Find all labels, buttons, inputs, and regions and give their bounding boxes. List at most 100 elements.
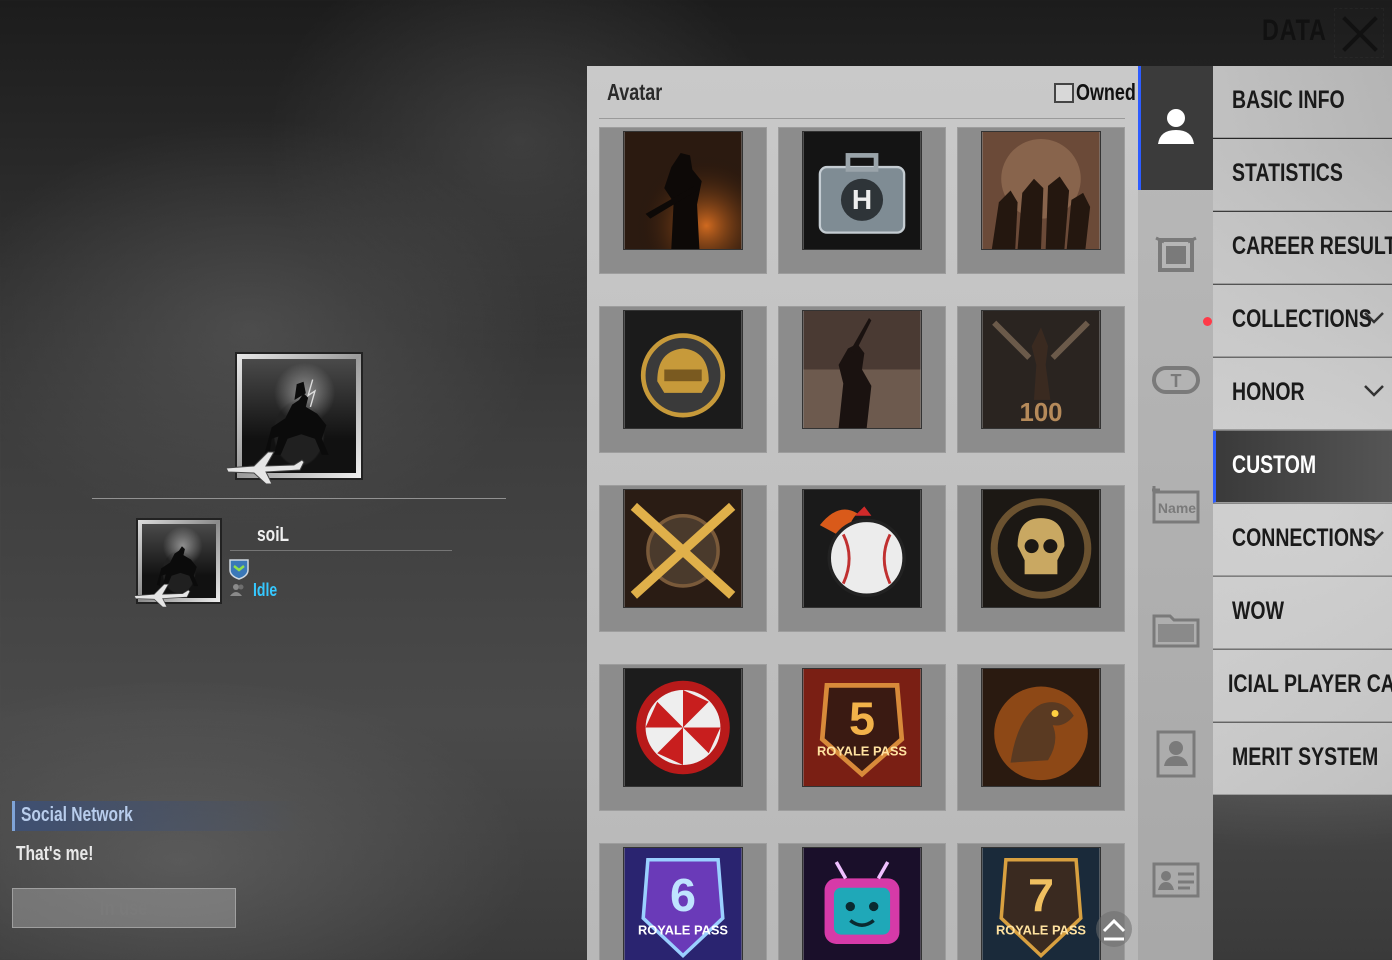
avatar-tile[interactable]	[957, 485, 1125, 632]
rail-folder-button[interactable]	[1152, 604, 1200, 652]
in-use-button[interactable]: In use	[12, 888, 236, 928]
menu-item-label: HONOR	[1232, 378, 1305, 406]
royale-pass-5-avatar: 5 ROYALE PASS	[803, 669, 921, 786]
avatar-panel: Avatar Owned H 100 5 ROYALE PASS 6 ROYAL…	[587, 66, 1138, 960]
id-card-icon	[1156, 730, 1196, 778]
name-tag-text: Name	[1158, 500, 1196, 516]
royale-pass-7-avatar: 7 ROYALE PASS	[982, 848, 1100, 960]
avatar-tile[interactable]	[778, 485, 946, 632]
airplane-icon	[133, 583, 191, 608]
rail-frame-button[interactable]	[1152, 230, 1200, 278]
avatar-tile[interactable]	[778, 843, 946, 960]
social-text: That's me!	[16, 843, 94, 865]
close-button[interactable]	[1334, 8, 1384, 58]
rail-profile-button[interactable]	[1152, 102, 1200, 150]
rank-shield-icon	[229, 559, 249, 580]
menu-item-basic-info[interactable]: BASIC INFO	[1213, 66, 1392, 138]
avatar-tile[interactable]: 5 ROYALE PASS	[778, 664, 946, 811]
close-icon	[1342, 16, 1378, 52]
menu-item-label: BASIC INFO	[1232, 86, 1345, 114]
level3-helmet-badge-avatar	[624, 311, 742, 428]
avatar-tile[interactable]: 100	[957, 306, 1125, 453]
avatar-tile[interactable]: H	[778, 127, 946, 274]
player-name: soiL	[257, 524, 290, 546]
owned-checkbox[interactable]	[1054, 83, 1074, 103]
rp6-label: ROYALE PASS	[638, 923, 728, 938]
menu-item-label: ICIAL PLAYER CARD	[1228, 670, 1392, 698]
menu-item-statistics[interactable]: STATISTICS	[1213, 139, 1392, 211]
double-chevron-up-icon	[1102, 918, 1126, 941]
avatar-tile[interactable]	[957, 664, 1125, 811]
victory-number: 100	[1020, 399, 1063, 427]
chevron-down-icon	[1364, 312, 1384, 324]
title-badge-icon: T	[1152, 366, 1200, 394]
menu-item-official-player-card[interactable]: ICIAL PLAYER CARD	[1213, 650, 1392, 722]
avatar-tile[interactable]	[599, 485, 767, 632]
notification-dot	[1203, 317, 1212, 326]
fire-dragon-avatar	[982, 669, 1100, 786]
menu-item-custom[interactable]: CUSTOM	[1213, 431, 1392, 503]
soldier-silhouette-avatar	[624, 132, 742, 249]
menu-item-label: CAREER RESULTS	[1232, 232, 1392, 260]
menu-item-label: STATISTICS	[1232, 159, 1343, 187]
icon-rail: T Name	[1138, 66, 1213, 960]
royale-pass-6-avatar: 6 ROYALE PASS	[624, 848, 742, 960]
airplane-icon	[225, 451, 305, 485]
owned-label: Owned	[1076, 79, 1136, 105]
rail-player-card-button[interactable]	[1152, 856, 1200, 904]
avatar-tile[interactable]	[599, 306, 767, 453]
rp5-number: 5	[849, 693, 875, 745]
chicken-baseball-avatar	[803, 490, 921, 607]
umbrella-logo-avatar	[624, 669, 742, 786]
scroll-to-top-button[interactable]	[1096, 911, 1132, 947]
menu-item-wow[interactable]: WOW	[1213, 577, 1392, 649]
menu-item-connections[interactable]: CONNECTIONS	[1213, 504, 1392, 576]
avatar-tile[interactable]: 6 ROYALE PASS	[599, 843, 767, 960]
rail-id-card-button[interactable]	[1152, 730, 1200, 778]
chevron-down-icon	[1364, 385, 1384, 397]
rail-title-button[interactable]: T	[1152, 356, 1200, 404]
rp5-label: ROYALE PASS	[817, 744, 907, 759]
menu-item-label: COLLECTIONS	[1232, 305, 1372, 333]
menu-item-label: CUSTOM	[1232, 451, 1317, 479]
female-soldier-avatar	[803, 311, 921, 428]
menu-item-collections[interactable]: COLLECTIONS	[1213, 285, 1392, 357]
rp6-number: 6	[670, 869, 696, 921]
neon-tv-robot-avatar	[803, 848, 921, 960]
medkit-letter: H	[852, 184, 872, 215]
player-status: Idle	[253, 580, 278, 600]
name-tag-icon: Name	[1152, 486, 1200, 524]
rp7-label: ROYALE PASS	[996, 923, 1086, 938]
friends-icon	[230, 584, 244, 596]
menu-item-label: CONNECTIONS	[1232, 524, 1377, 552]
rail-name-tag-button[interactable]: Name	[1152, 480, 1200, 528]
player-card-icon	[1152, 862, 1200, 898]
avatar-tile[interactable]	[599, 127, 767, 274]
squad-silhouettes-avatar	[982, 132, 1100, 249]
profile-icon	[1158, 109, 1194, 144]
rp7-number: 7	[1028, 869, 1054, 921]
chevron-down-icon	[1364, 531, 1384, 543]
name-underline	[230, 550, 452, 551]
profile-divider	[92, 498, 506, 499]
golden-skull-avatar	[982, 490, 1100, 607]
avatar-tile[interactable]	[599, 664, 767, 811]
menu-item-label: MERIT SYSTEM	[1232, 743, 1379, 771]
menu-item-honor[interactable]: HONOR	[1213, 358, 1392, 430]
social-network-header: Social Network	[12, 801, 302, 831]
panel-title: Avatar	[607, 79, 663, 105]
side-menu: BASIC INFO STATISTICS CAREER RESULTS COL…	[1213, 66, 1392, 960]
avatar-tile[interactable]	[778, 306, 946, 453]
panel-divider	[599, 118, 1125, 119]
menu-item-label: WOW	[1232, 597, 1284, 625]
crossed-rifles-badge-avatar	[624, 490, 742, 607]
title-badge-letter: T	[1171, 371, 1182, 391]
folder-icon	[1152, 614, 1200, 648]
medkit-case-avatar: H	[803, 132, 921, 249]
menu-item-career-results[interactable]: CAREER RESULTS	[1213, 212, 1392, 284]
menu-item-merit-system[interactable]: MERIT SYSTEM	[1213, 723, 1392, 795]
frame-icon	[1155, 236, 1197, 272]
victory-100-avatar: 100	[982, 311, 1100, 428]
page-title: DATA	[1262, 14, 1327, 47]
avatar-tile[interactable]	[957, 127, 1125, 274]
